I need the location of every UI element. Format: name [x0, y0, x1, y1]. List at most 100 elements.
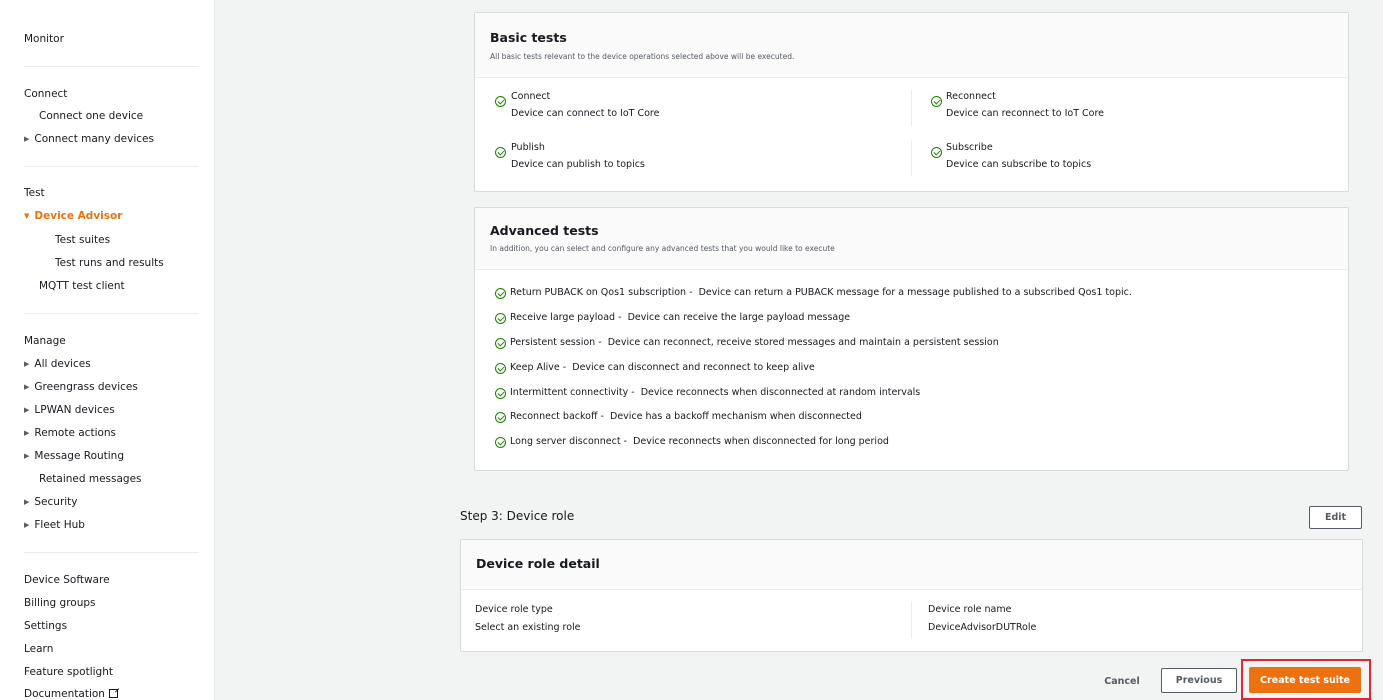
- device-role-title: Device role detail: [476, 556, 600, 571]
- basic-test-desc: Device can publish to topics: [511, 159, 645, 170]
- sidebar-divider: [24, 313, 199, 314]
- check-circle-icon: [495, 412, 506, 423]
- sidebar-item-label: LPWAN devices: [34, 404, 115, 416]
- sidebar-item-label: All devices: [34, 358, 91, 370]
- check-circle-icon: [931, 147, 942, 158]
- advanced-test-name: Return PUBACK on Qos1 subscription -: [510, 287, 693, 298]
- advanced-test-text: Reconnect backoff - Device has a backoff…: [510, 411, 862, 422]
- sidebar-item-device-software[interactable]: Device Software: [24, 574, 110, 586]
- device-role-header: Device role detail: [461, 540, 1362, 590]
- edit-button[interactable]: Edit: [1309, 506, 1362, 529]
- sidebar-item-settings[interactable]: Settings: [24, 620, 67, 632]
- sidebar-item-mqtt-test-client[interactable]: MQTT test client: [39, 280, 125, 292]
- sidebar-item-connect-many-devices[interactable]: Connect many devices: [24, 133, 154, 145]
- sidebar-item-label: Fleet Hub: [34, 519, 85, 531]
- sidebar-item-label: Message Routing: [34, 450, 125, 462]
- basic-test-desc: Device can connect to IoT Core: [511, 108, 660, 119]
- advanced-test-name: Keep Alive -: [510, 362, 567, 373]
- sidebar-item-message-routing[interactable]: Message Routing: [24, 450, 124, 462]
- sidebar-item-fleet-hub[interactable]: Fleet Hub: [24, 519, 85, 531]
- advanced-test-name: Long server disconnect -: [510, 436, 628, 447]
- basic-test-desc: Device can subscribe to topics: [946, 159, 1092, 170]
- basic-tests-header: Basic tests All basic tests relevant to …: [475, 13, 1348, 78]
- sidebar-item-learn[interactable]: Learn: [24, 643, 53, 655]
- sidebar-item-all-devices[interactable]: All devices: [24, 358, 91, 370]
- check-circle-icon: [495, 437, 506, 448]
- advanced-test-text: Receive large payload - Device can recei…: [510, 312, 850, 323]
- sidebar-section-connect[interactable]: Connect: [24, 88, 67, 100]
- advanced-test-desc: Device reconnects when disconnected for …: [633, 436, 889, 447]
- advanced-tests-title: Advanced tests: [490, 223, 599, 238]
- basic-test-name: Publish: [511, 142, 545, 153]
- sidebar-divider: [24, 552, 199, 553]
- advanced-tests-header: Advanced tests In addition, you can sele…: [475, 208, 1348, 270]
- sidebar-item-label: Connect many devices: [34, 133, 154, 145]
- basic-test-name: Subscribe: [946, 142, 993, 153]
- advanced-test-desc: Device can reconnect, receive stored mes…: [607, 337, 999, 348]
- sidebar-item-label: Remote actions: [34, 427, 117, 439]
- sidebar-item-label: Documentation: [24, 688, 105, 700]
- basic-tests-description: All basic tests relevant to the device o…: [490, 52, 795, 61]
- basic-test-desc: Device can reconnect to IoT Core: [946, 108, 1105, 119]
- sidebar-item-retained-messages[interactable]: Retained messages: [39, 473, 142, 485]
- advanced-test-text: Keep Alive - Device can disconnect and r…: [510, 362, 815, 373]
- sidebar-item-label: Device Advisor: [34, 210, 123, 222]
- sidebar-section-manage[interactable]: Manage: [24, 335, 66, 347]
- check-circle-icon: [495, 363, 506, 374]
- check-circle-icon: [495, 288, 506, 299]
- advanced-test-text: Persistent session - Device can reconnec…: [510, 337, 999, 348]
- check-circle-icon: [495, 388, 506, 399]
- step3-title: Step 3: Device role: [460, 509, 575, 523]
- advanced-test-name: Intermittent connectivity -: [510, 387, 635, 398]
- advanced-test-desc: Device can disconnect and reconnect to k…: [572, 362, 815, 373]
- check-circle-icon: [495, 338, 506, 349]
- sidebar-item-documentation[interactable]: Documentation: [24, 688, 118, 700]
- check-circle-icon: [495, 96, 506, 107]
- advanced-test-name: Reconnect backoff -: [510, 411, 604, 422]
- basic-test-name: Reconnect: [946, 91, 996, 102]
- cancel-button[interactable]: Cancel: [1094, 669, 1150, 693]
- advanced-tests-description: In addition, you can select and configur…: [490, 244, 835, 253]
- basic-tests-title: Basic tests: [490, 30, 567, 45]
- external-link-icon: [108, 689, 118, 698]
- role-name-label: Device role name: [928, 604, 1012, 615]
- sidebar-section-test[interactable]: Test: [24, 187, 45, 199]
- advanced-test-name: Persistent session -: [510, 337, 602, 348]
- sidebar-item-billing-groups[interactable]: Billing groups: [24, 597, 96, 609]
- advanced-test-text: Return PUBACK on Qos1 subscription - Dev…: [510, 287, 1132, 298]
- advanced-test-desc: Device has a backoff mechanism when disc…: [610, 411, 862, 422]
- sidebar-item-test-suites[interactable]: Test suites: [55, 234, 110, 246]
- sidebar-item-device-advisor[interactable]: Device Advisor: [24, 210, 122, 222]
- role-type-value: Select an existing role: [475, 622, 581, 633]
- sidebar-item-security[interactable]: Security: [24, 496, 78, 508]
- advanced-test-text: Long server disconnect - Device reconnec…: [510, 436, 889, 447]
- sidebar-item-remote-actions[interactable]: Remote actions: [24, 427, 116, 439]
- basic-test-name: Connect: [511, 91, 551, 102]
- sidebar-item-monitor[interactable]: Monitor: [24, 33, 64, 45]
- column-divider: [911, 140, 912, 176]
- sidebar-divider: [24, 66, 199, 67]
- sidebar-item-feature-spotlight[interactable]: Feature spotlight: [24, 666, 113, 678]
- previous-button[interactable]: Previous: [1161, 668, 1237, 693]
- advanced-test-desc: Device reconnects when disconnected at r…: [640, 387, 921, 398]
- sidebar-item-lpwan-devices[interactable]: LPWAN devices: [24, 404, 115, 416]
- check-circle-icon: [931, 96, 942, 107]
- sidebar-divider: [24, 166, 199, 167]
- advanced-test-desc: Device can return a PUBACK message for a…: [698, 287, 1132, 298]
- check-circle-icon: [495, 313, 506, 324]
- advanced-test-text: Intermittent connectivity - Device recon…: [510, 387, 920, 398]
- advanced-test-name: Receive large payload -: [510, 312, 622, 323]
- sidebar-nav: Monitor Connect Connect one device Conne…: [0, 0, 215, 700]
- check-circle-icon: [495, 147, 506, 158]
- sidebar-item-label: Greengrass devices: [34, 381, 138, 393]
- sidebar-item-test-runs[interactable]: Test runs and results: [55, 257, 164, 269]
- role-type-label: Device role type: [475, 604, 553, 615]
- create-test-suite-button[interactable]: Create test suite: [1249, 667, 1361, 693]
- sidebar-item-greengrass-devices[interactable]: Greengrass devices: [24, 381, 138, 393]
- column-divider: [911, 90, 912, 126]
- role-name-value: DeviceAdvisorDUTRole: [928, 622, 1037, 633]
- sidebar-item-connect-one-device[interactable]: Connect one device: [39, 110, 143, 122]
- advanced-test-desc: Device can receive the large payload mes…: [627, 312, 851, 323]
- column-divider: [911, 601, 912, 639]
- sidebar-item-label: Security: [34, 496, 78, 508]
